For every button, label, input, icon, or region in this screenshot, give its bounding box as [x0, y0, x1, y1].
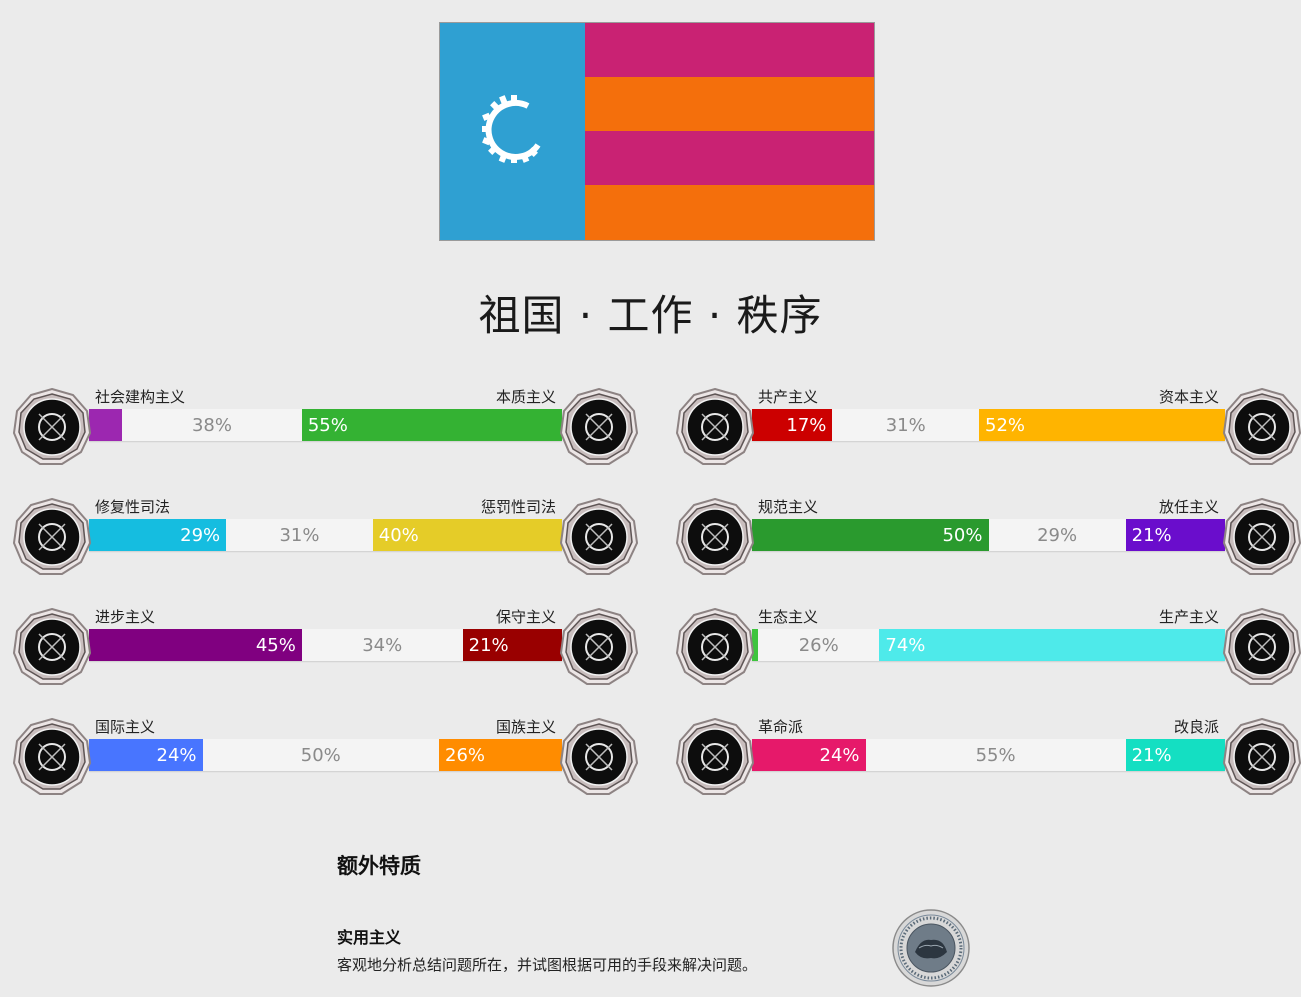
axis-bar: 29% 31% 40%	[89, 519, 562, 551]
flag-stripe	[585, 185, 874, 240]
fist-icon	[676, 718, 754, 795]
axis-right-segment: 21%	[462, 629, 562, 661]
axis-left-label: 国际主义	[95, 718, 156, 736]
extra-traits-heading: 额外特质	[337, 854, 421, 878]
flower-icon	[560, 388, 638, 465]
money-bag-icon	[1223, 388, 1301, 465]
axis-left-label: 社会建构主义	[95, 388, 186, 406]
axis-right-label: 本质主义	[495, 388, 556, 406]
axis-center-segment: 50%	[202, 739, 440, 771]
flag-stripe	[585, 77, 874, 131]
globe-icon	[13, 718, 91, 795]
axis-right-segment: 21%	[1125, 739, 1225, 771]
flag	[439, 22, 875, 241]
ruler-icon	[676, 498, 754, 575]
axis-row: 国际主义 国族主义 24% 50% 26%	[13, 718, 638, 796]
axis-left-label: 修复性司法	[95, 498, 171, 516]
axis-left-label: 生态主义	[758, 608, 819, 626]
axis-right-segment: 21%	[1125, 519, 1225, 551]
axis-left-label: 规范主义	[758, 498, 819, 516]
axis-left-segment: 50%	[752, 519, 989, 551]
axis-bar: 38% 55%	[89, 409, 562, 441]
eye-icon	[13, 388, 91, 465]
axis-right-label: 保守主义	[495, 608, 556, 626]
butterfly-icon	[1223, 498, 1301, 575]
axis-left-label: 共产主义	[758, 388, 819, 406]
hammer-sickle-icon	[676, 388, 754, 465]
axis-row: 进步主义 保守主义 45% 34% 21%	[13, 608, 638, 686]
axis-right-label: 改良派	[1173, 718, 1219, 736]
axis-left-segment: 17%	[752, 409, 833, 441]
axis-center-segment: 29%	[988, 519, 1126, 551]
axis-left-segment: 24%	[89, 739, 203, 771]
axis-center-segment: 26%	[758, 629, 880, 661]
axis-bar: 45% 34% 21%	[89, 629, 562, 661]
prison-bars-icon	[560, 498, 638, 575]
axis-center-segment: 31%	[226, 519, 373, 551]
handshake-icon	[13, 498, 91, 575]
axis-center-segment: 55%	[865, 739, 1126, 771]
axis-left-segment: 24%	[752, 739, 866, 771]
leaf-icon	[676, 608, 754, 685]
axis-row: 规范主义 放任主义 50% 29% 21%	[676, 498, 1301, 576]
axis-bar: 24% 50% 26%	[89, 739, 562, 771]
axis-left-label: 革命派	[758, 718, 804, 736]
axis-left-segment	[89, 409, 123, 441]
axis-left-segment: 45%	[89, 629, 302, 661]
scales-icon	[1223, 718, 1301, 795]
axis-left-label: 进步主义	[95, 608, 156, 626]
axis-center-segment: 38%	[122, 409, 302, 441]
pragmatism-seal-icon	[892, 909, 970, 987]
gear-icon	[1223, 608, 1301, 685]
rocket-icon	[13, 608, 91, 685]
axis-center-segment: 31%	[832, 409, 980, 441]
axis-right-label: 资本主义	[1158, 388, 1219, 406]
gear-emblem-icon	[482, 95, 541, 163]
axis-center-segment: 34%	[301, 629, 463, 661]
axis-right-segment: 26%	[439, 739, 562, 771]
axis-right-label: 惩罚性司法	[480, 498, 556, 516]
axis-right-segment: 40%	[372, 519, 562, 551]
axis-left-segment: 29%	[89, 519, 227, 551]
axis-right-label: 生产主义	[1158, 608, 1219, 626]
axis-right-segment: 74%	[879, 629, 1225, 661]
axis-bar: 17% 31% 52%	[752, 409, 1225, 441]
axis-bar: 26% 74%	[752, 629, 1225, 661]
motto: 祖国 · 工作 · 秩序	[478, 291, 823, 340]
axis-bar: 24% 55% 21%	[752, 739, 1225, 771]
flag-stripe	[585, 131, 874, 185]
flag-icon	[560, 718, 638, 795]
trait-description: 客观地分析总结问题所在，并试图根据可用的手段来解决问题。	[337, 956, 758, 974]
axis-row: 革命派 改良派 24% 55% 21%	[676, 718, 1301, 796]
trait-name: 实用主义	[337, 928, 402, 947]
axis-right-label: 国族主义	[495, 718, 556, 736]
axis-bar: 50% 29% 21%	[752, 519, 1225, 551]
axis-row: 修复性司法 惩罚性司法 29% 31% 40%	[13, 498, 638, 576]
axis-row: 生态主义 生产主义 26% 74%	[676, 608, 1301, 686]
axis-right-segment: 55%	[301, 409, 562, 441]
quill-icon	[560, 608, 638, 685]
flag-stripe	[585, 23, 874, 77]
axis-row: 共产主义 资本主义 17% 31% 52%	[676, 388, 1301, 466]
axis-right-segment: 52%	[979, 409, 1225, 441]
axis-right-label: 放任主义	[1158, 498, 1219, 516]
axis-row: 社会建构主义 本质主义 38% 55%	[13, 388, 638, 466]
